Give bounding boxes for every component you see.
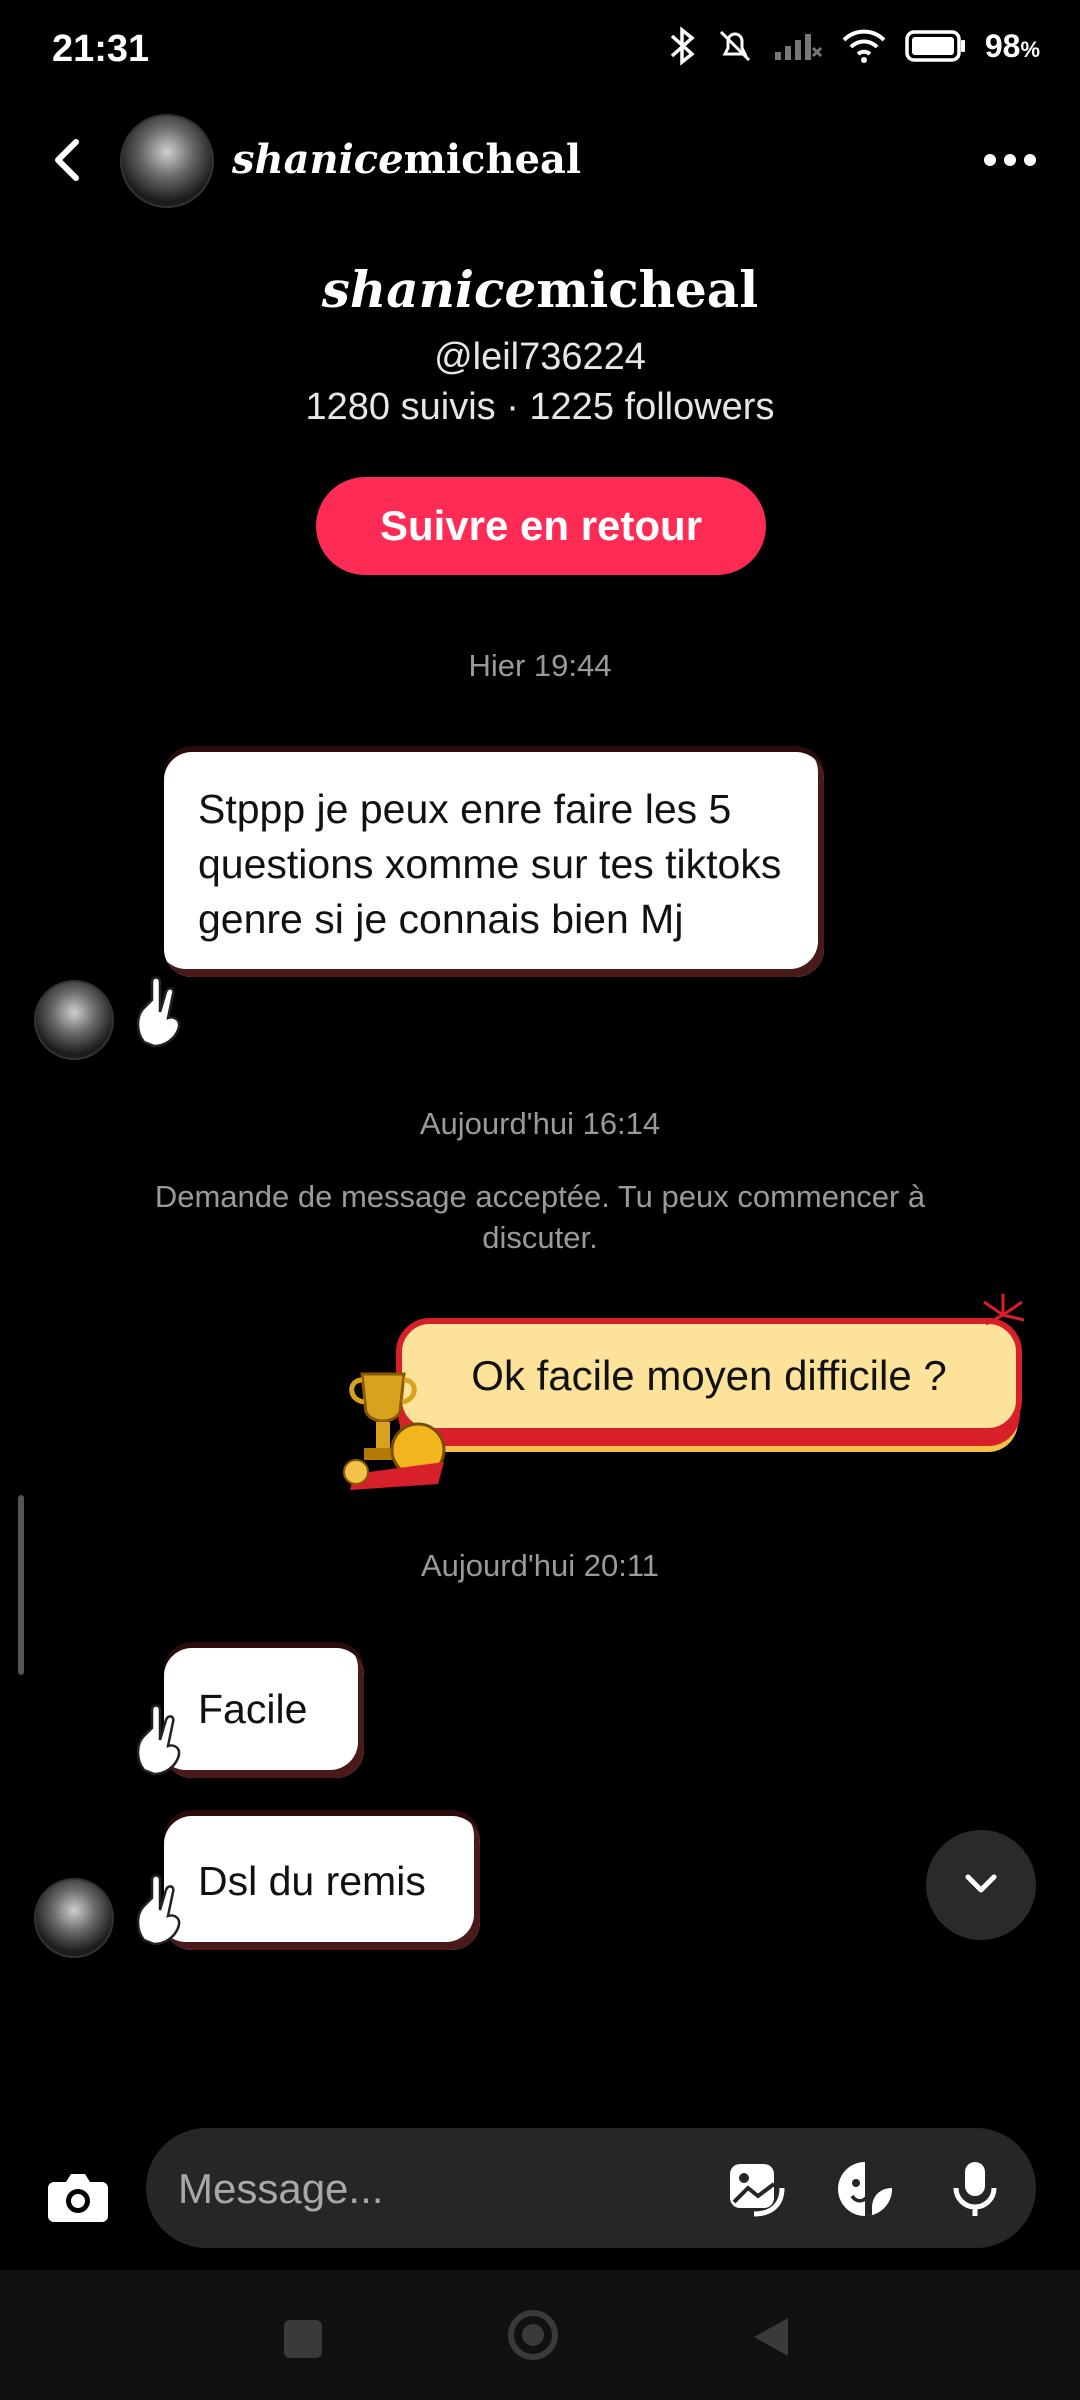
chevron-down-icon (965, 1874, 997, 1892)
hand-sticker-icon (136, 1874, 181, 1946)
profile-handle: @leil736224 (434, 336, 646, 378)
status-bar: 21:31 98% (0, 0, 1080, 100)
camera-icon[interactable] (40, 2158, 116, 2234)
battery-percent: 98% (984, 27, 1040, 64)
more-options-icon[interactable] (980, 140, 1040, 180)
received-message[interactable]: Facile (164, 1648, 364, 1778)
microphone-icon[interactable] (944, 2158, 1006, 2220)
timestamp: Aujourd'hui 16:14 (419, 1106, 661, 1141)
profile-stats: 1280 suivis · 1225 followers (305, 386, 775, 428)
bluetooth-icon (670, 26, 695, 66)
status-time: 21:31 (52, 28, 150, 70)
received-message[interactable]: Dsl du remis (164, 1816, 480, 1950)
message-input[interactable] (176, 2128, 680, 2250)
hand-sticker-icon (136, 1704, 181, 1776)
message-text: Facile (198, 1686, 308, 1732)
firework-sticker-icon (983, 1294, 1025, 1326)
gallery-icon[interactable] (724, 2158, 786, 2220)
message-text: Ok facile moyen difficile ? (471, 1352, 947, 1399)
sent-message[interactable]: Ok facile moyen difficile ? (396, 1318, 1022, 1434)
system-nav-bar (0, 2270, 1080, 2400)
battery-icon (905, 30, 965, 62)
scrollbar[interactable] (18, 1495, 24, 1675)
back-arrow-icon[interactable] (40, 130, 100, 190)
avatar[interactable] (120, 114, 214, 208)
signal-icon (774, 34, 822, 60)
trophy-sticker-icon (343, 1372, 446, 1490)
nav-back-button[interactable] (748, 2314, 792, 2360)
message-text: Dsl du remis (198, 1858, 426, 1904)
timestamp: Aujourd'hui 20:11 (420, 1548, 660, 1583)
recents-button[interactable] (284, 2320, 322, 2358)
sender-avatar[interactable] (34, 1878, 114, 1958)
home-button[interactable] (508, 2310, 558, 2360)
wifi-icon (842, 29, 886, 63)
status-icons: 98% (667, 26, 1040, 66)
hand-sticker-icon (136, 976, 181, 1048)
sender-avatar[interactable] (34, 980, 114, 1060)
scroll-to-bottom-button[interactable] (926, 1830, 1036, 1940)
follow-back-button[interactable]: Suivre en retour (316, 477, 766, 575)
system-note: Demande de message acceptée. Tu peux com… (154, 1179, 926, 1255)
message-composer (146, 2128, 1036, 2250)
bell-muted-icon (719, 30, 750, 62)
timestamp: Hier 19:44 (468, 648, 612, 683)
profile-name: shanicemicheal (321, 260, 759, 319)
received-message[interactable]: Stppp je peux enre faire les 5 questions… (164, 752, 824, 977)
chat-title[interactable]: shanicemicheal (232, 136, 581, 183)
sticker-icon[interactable] (834, 2158, 896, 2220)
message-text: Stppp je peux enre faire les 5 questions… (198, 786, 782, 942)
